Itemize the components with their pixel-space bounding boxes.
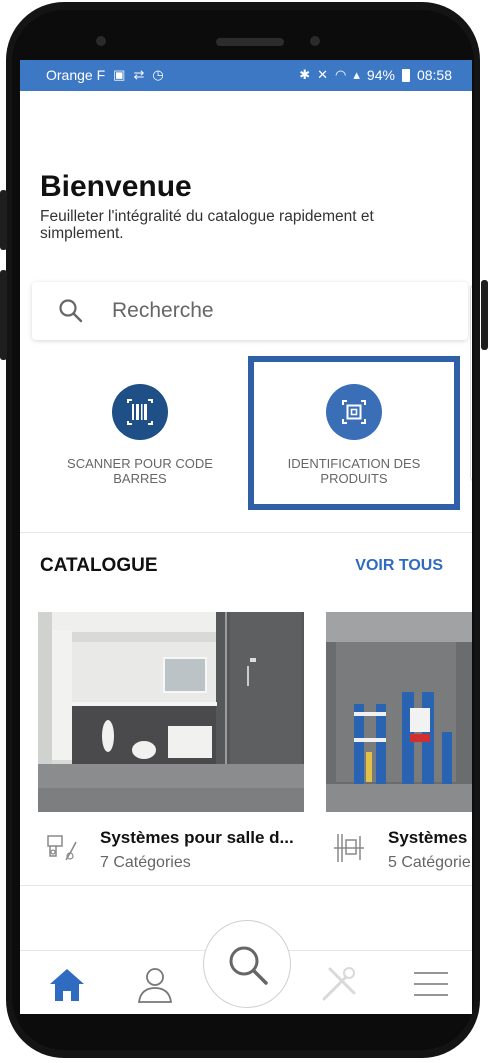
sensor [96, 36, 106, 46]
sync-icon: ⇄ [133, 67, 145, 82]
volume-button [0, 190, 7, 250]
section-divider [20, 532, 472, 533]
page-title: Bienvenue [40, 170, 192, 203]
profile-icon [137, 968, 173, 1003]
search-icon [59, 299, 83, 323]
signal-icon: ▴ [353, 67, 360, 82]
bathroom-image [38, 612, 304, 812]
scan-barcode-label: SCANNER POUR CODE BARRES [67, 456, 213, 486]
tools-icon [322, 967, 356, 1001]
status-bar: Orange F ▣ ⇄ ◷ ✱ ✕ ◠ ▴ 94% 08:58 [20, 60, 472, 91]
barcode-circle [112, 384, 168, 440]
home-icon [50, 969, 84, 1001]
barcode-icon [127, 399, 153, 425]
tab-home[interactable] [44, 961, 90, 1007]
gallery-icon: ▣ [113, 67, 126, 82]
power-button [481, 280, 488, 350]
bathroom-category-icon [47, 835, 77, 861]
battery-percent: 94% [366, 67, 395, 83]
tab-menu[interactable] [408, 961, 454, 1007]
catalogue-item-name: Systèmes pour salle d... [100, 828, 294, 847]
next-card-edge [470, 284, 472, 482]
tab-profile[interactable] [132, 961, 178, 1007]
scan-barcode-button[interactable]: SCANNER POUR CODE BARRES [40, 360, 240, 510]
mute-icon: ✕ [317, 67, 329, 82]
search-icon [229, 946, 268, 985]
see-all-link[interactable]: VOIR TOUS [355, 557, 443, 575]
installation-category-icon [334, 834, 364, 862]
wifi-icon: ◠ [335, 67, 347, 82]
catalogue-title: CATALOGUE [40, 555, 158, 576]
menu-icon [414, 972, 448, 996]
battery-icon [401, 68, 410, 82]
search-placeholder: Recherche [112, 299, 214, 322]
bluetooth-icon: ✱ [299, 67, 311, 82]
catalogue-divider [20, 885, 472, 886]
front-camera [310, 36, 320, 46]
earpiece-speaker [216, 38, 284, 46]
alarm-icon: ◷ [152, 67, 164, 82]
search-bar[interactable]: Recherche [32, 282, 468, 340]
bixby-button [0, 270, 7, 360]
page-subtitle: Feuilleter l'intégralité du catalogue ra… [40, 208, 374, 242]
catalogue-item-count: 7 Catégories [100, 854, 191, 871]
search-fab[interactable] [203, 920, 291, 1008]
installation-image [326, 612, 472, 812]
carrier-label: Orange F [46, 67, 106, 83]
status-time: 08:58 [416, 67, 452, 83]
highlight-frame [248, 356, 460, 510]
catalogue-item-name: Systèmes d [388, 828, 472, 847]
app-screen: Orange F ▣ ⇄ ◷ ✱ ✕ ◠ ▴ 94% 08:58 Bienven… [20, 60, 472, 1014]
catalogue-item-count: 5 Catégorie [388, 854, 471, 871]
tab-tools[interactable] [316, 961, 362, 1007]
